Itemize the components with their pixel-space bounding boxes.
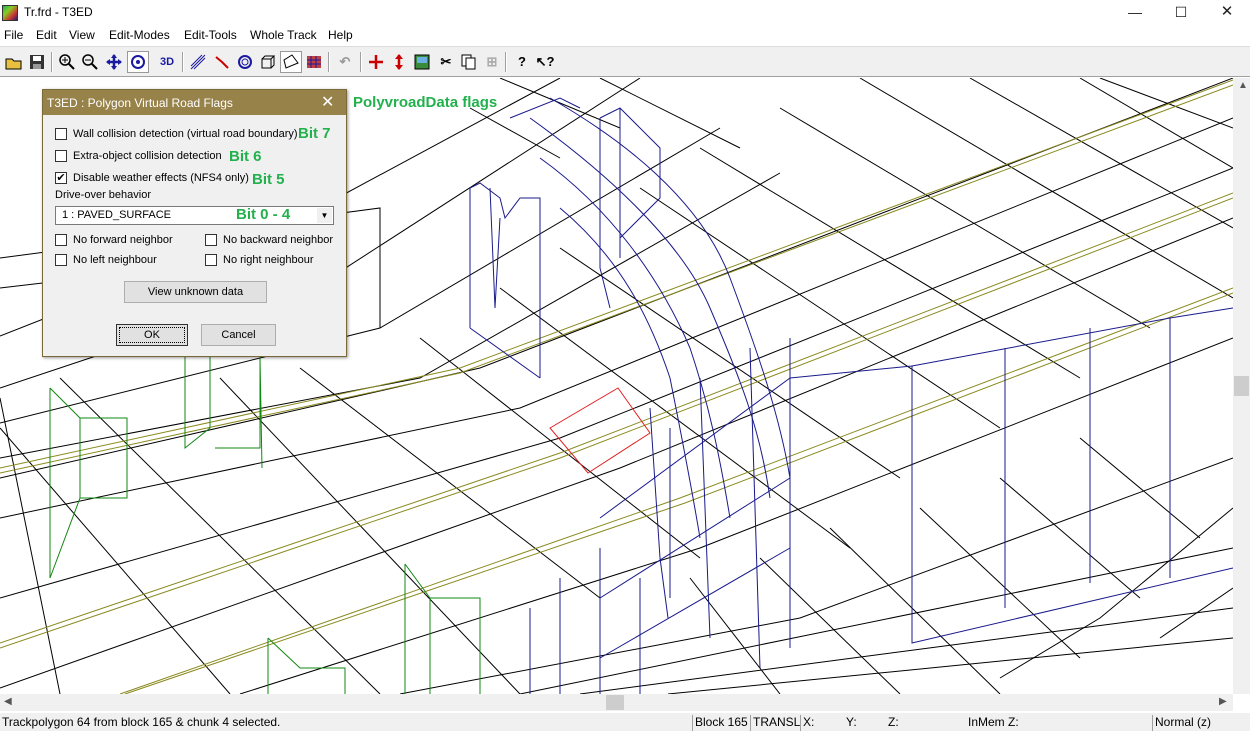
dialog-title: T3ED : Polygon Virtual Road Flags [47, 96, 233, 110]
save-icon[interactable] [26, 51, 48, 73]
annotation-title: PolyvroadData flags [353, 94, 498, 111]
wall-collision-checkbox[interactable] [55, 128, 67, 140]
window-title: Tr.frd - T3ED [24, 5, 93, 19]
undo-icon[interactable]: ↶ [334, 51, 356, 73]
status-view: Normal (z) [1152, 715, 1250, 731]
title-bar: Tr.frd - T3ED — ☐ ✕ [0, 0, 1250, 25]
texture-grid-icon[interactable] [303, 51, 325, 73]
polygon-icon[interactable] [280, 51, 302, 73]
chevron-down-icon[interactable]: ▼ [317, 208, 332, 223]
no-forward-neighbor-checkbox[interactable] [55, 234, 67, 246]
scroll-up-arrow-icon[interactable]: ▲ [1238, 80, 1248, 91]
zoom-out-icon[interactable] [79, 51, 101, 73]
move-icon[interactable] [103, 51, 125, 73]
annotation-bit6: Bit 6 [229, 148, 262, 165]
path-icon[interactable] [211, 51, 233, 73]
drive-over-select[interactable]: 1 : PAVED_SURFACE ▼ [55, 206, 334, 225]
no-right-neighbour-checkbox[interactable] [205, 254, 217, 266]
toolbar-separator [51, 52, 53, 72]
cancel-button[interactable]: Cancel [201, 324, 276, 346]
disable-weather-checkbox-row[interactable]: ✔ Disable weather effects (NFS4 only) [55, 171, 255, 187]
toolbar-separator [182, 52, 184, 72]
drive-over-value: 1 : PAVED_SURFACE [62, 209, 172, 221]
app-icon [2, 5, 18, 21]
cut-icon[interactable]: ✂ [435, 51, 457, 73]
horizontal-scrollbar[interactable]: ◀ ▶ [0, 694, 1233, 711]
status-bar: Trackpolygon 64 from block 165 & chunk 4… [0, 713, 1250, 731]
status-inmem: InMem Z: [968, 715, 1019, 729]
scroll-right-arrow-icon[interactable]: ▶ [1219, 696, 1227, 707]
track-icon[interactable] [187, 51, 209, 73]
object-icon[interactable] [234, 51, 256, 73]
no-left-neighbour-row[interactable]: No left neighbour [55, 253, 195, 269]
no-left-neighbour-label: No left neighbour [73, 254, 157, 266]
no-left-neighbour-checkbox[interactable] [55, 254, 67, 266]
status-message: Trackpolygon 64 from block 165 & chunk 4… [2, 715, 281, 729]
menu-edit[interactable]: Edit [36, 28, 57, 42]
menu-edit-tools[interactable]: Edit-Tools [184, 28, 237, 42]
disable-weather-checkbox[interactable]: ✔ [55, 172, 67, 184]
toolbar: 3D ↶ ✂ ⊞ ? ↖? [0, 46, 1250, 77]
annotation-bit5: Bit 5 [252, 171, 285, 188]
image-icon[interactable] [411, 51, 433, 73]
no-forward-neighbor-label: No forward neighbor [73, 234, 173, 246]
toolbar-separator [328, 52, 330, 72]
status-mode: TRANSL [750, 715, 800, 731]
ok-button[interactable]: OK [116, 324, 188, 346]
menu-help[interactable]: Help [328, 28, 353, 42]
cross-move-icon[interactable] [365, 51, 387, 73]
maximize-button[interactable]: ☐ [1158, 0, 1204, 25]
toolbar-separator [505, 52, 507, 72]
vertical-move-icon[interactable] [388, 51, 410, 73]
disable-weather-label: Disable weather effects (NFS4 only) [73, 172, 249, 184]
annotation-bit0-4: Bit 0 - 4 [236, 206, 291, 223]
menu-whole-track[interactable]: Whole Track [250, 28, 317, 42]
drive-over-label: Drive-over behavior [55, 189, 151, 201]
help-icon[interactable]: ? [511, 51, 533, 73]
vertical-scroll-thumb[interactable] [1234, 376, 1249, 396]
zoom-in-icon[interactable] [56, 51, 78, 73]
no-forward-neighbor-row[interactable]: No forward neighbor [55, 233, 195, 249]
open-icon[interactable] [3, 51, 25, 73]
dialog-close-icon[interactable]: ✕ [321, 92, 334, 112]
no-backward-neighbor-label: No backward neighbor [223, 234, 334, 246]
context-help-icon[interactable]: ↖? [534, 51, 556, 73]
dialog-title-bar[interactable]: T3ED : Polygon Virtual Road Flags ✕ [43, 90, 346, 115]
copy-icon[interactable] [458, 51, 480, 73]
menu-view[interactable]: View [69, 28, 95, 42]
paste-icon[interactable]: ⊞ [481, 51, 503, 73]
vertical-scrollbar[interactable]: ▲ [1233, 78, 1250, 694]
menu-file[interactable]: File [4, 28, 23, 42]
selected-polygon[interactable] [549, 387, 651, 474]
extra-object-collision-label: Extra-object collision detection [73, 150, 222, 162]
3d-view-icon[interactable]: 3D [156, 51, 178, 73]
status-z: Z: [888, 715, 899, 729]
annotation-bit7: Bit 7 [298, 125, 331, 142]
wall-collision-label: Wall collision detection (virtual road b… [73, 128, 298, 140]
toolbar-separator [360, 52, 362, 72]
no-right-neighbour-label: No right neighbour [223, 254, 314, 266]
extra-object-collision-checkbox[interactable] [55, 150, 67, 162]
minimize-button[interactable]: — [1112, 0, 1158, 25]
menu-edit-modes[interactable]: Edit-Modes [109, 28, 170, 42]
tunnel-structure [469, 97, 1233, 694]
no-backward-neighbor-checkbox[interactable] [205, 234, 217, 246]
block-icon[interactable] [257, 51, 279, 73]
status-x: X: [800, 715, 844, 731]
scroll-left-arrow-icon[interactable]: ◀ [4, 696, 12, 707]
no-right-neighbour-row[interactable]: No right neighbour [205, 253, 345, 269]
view-unknown-data-button[interactable]: View unknown data [124, 281, 267, 303]
horizontal-scroll-thumb[interactable] [606, 695, 624, 710]
close-window-button[interactable]: ✕ [1204, 0, 1250, 25]
extra-object-collision-checkbox-row[interactable]: Extra-object collision detection [55, 149, 235, 165]
status-block: Block 165 [692, 715, 750, 731]
virtual-road-flags-dialog: T3ED : Polygon Virtual Road Flags ✕ Wall… [42, 89, 347, 357]
status-y: Y: [846, 715, 857, 729]
rotate-icon[interactable] [127, 51, 149, 73]
menu-bar: File Edit View Edit-Modes Edit-Tools Who… [0, 25, 1250, 45]
no-backward-neighbor-row[interactable]: No backward neighbor [205, 233, 345, 249]
